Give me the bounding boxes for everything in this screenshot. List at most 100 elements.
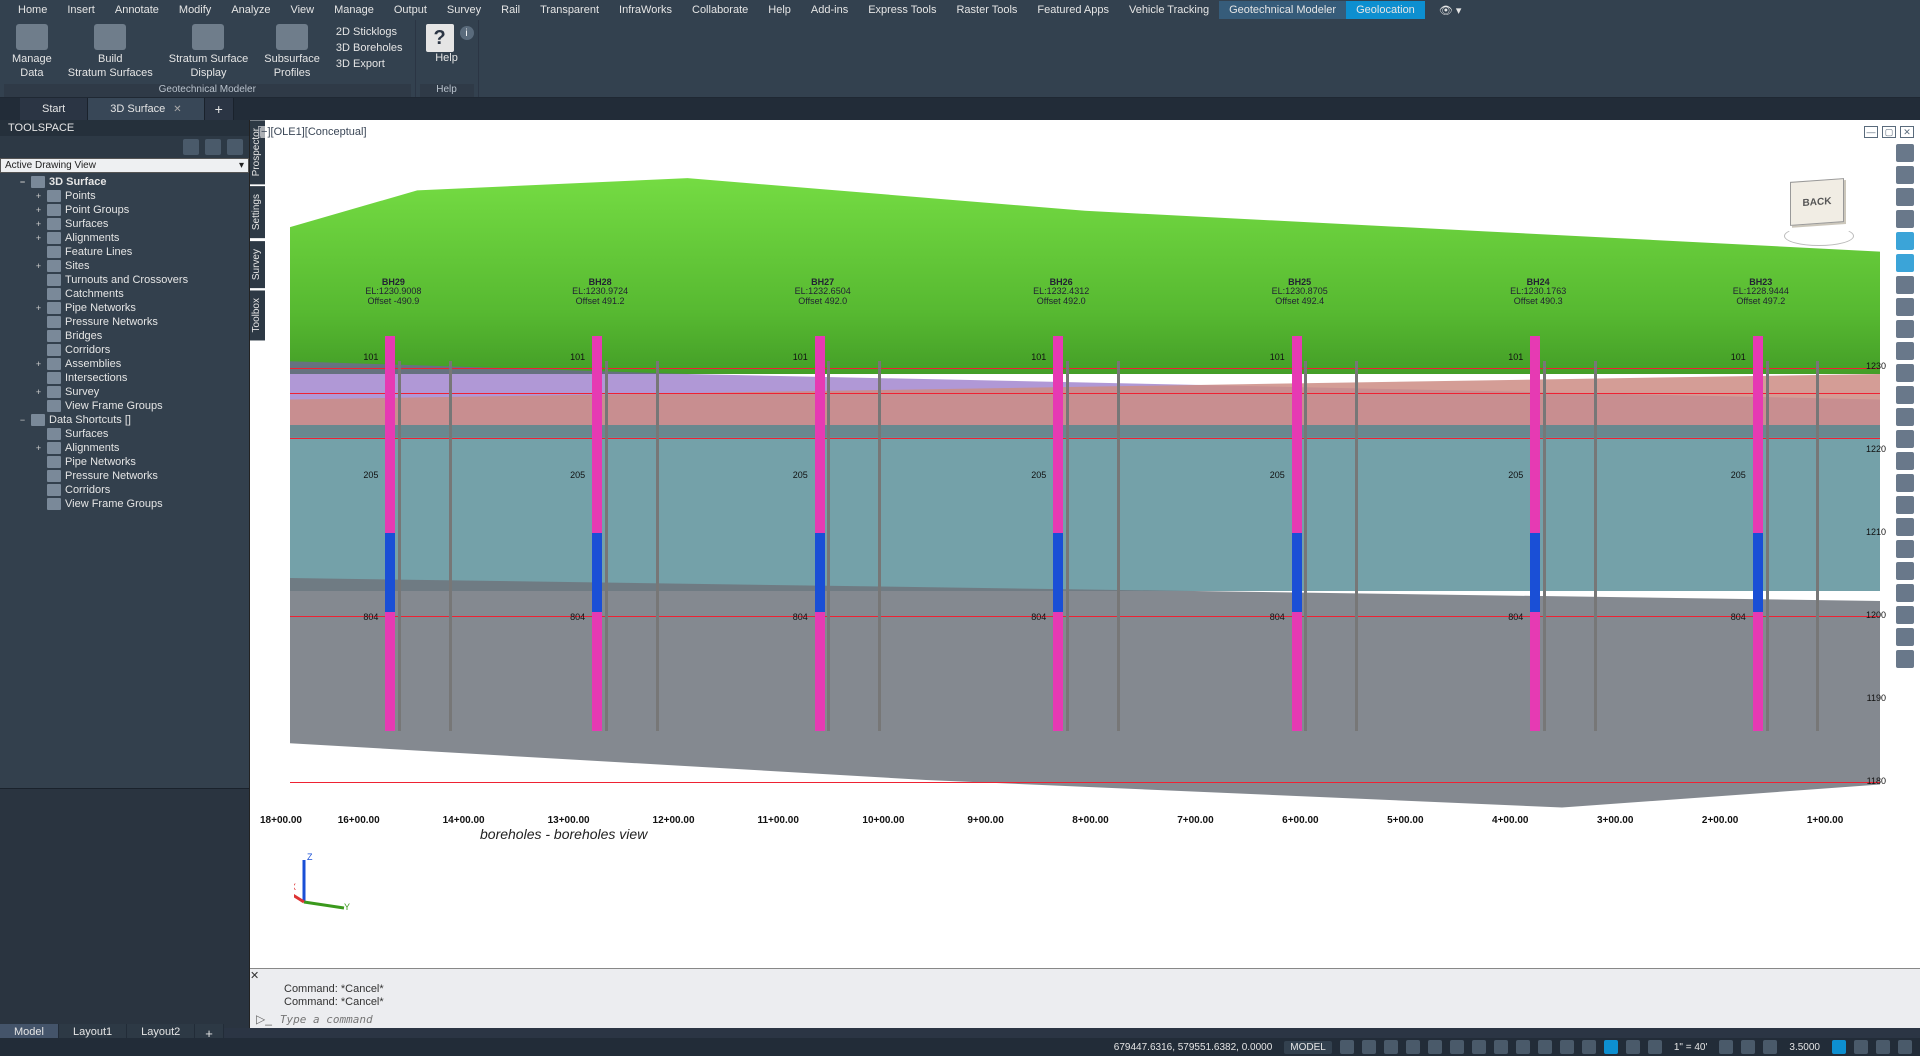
status-cycling-icon[interactable] (1604, 1040, 1618, 1054)
tree-expand-icon[interactable]: + (34, 359, 43, 369)
nav-pan-icon[interactable] (1896, 166, 1914, 184)
tree-item-pipe-networks[interactable]: Pipe Networks (0, 455, 249, 469)
nav-tool15-icon[interactable] (1896, 584, 1914, 602)
vtab-survey[interactable]: Survey (250, 241, 265, 288)
status-customize-icon[interactable] (1898, 1040, 1912, 1054)
status-scale[interactable]: 3.5000 (1785, 1042, 1824, 1053)
menu-annotate[interactable]: Annotate (105, 1, 169, 19)
tree-expand-icon[interactable]: + (34, 233, 43, 243)
nav-tool16-icon[interactable] (1896, 606, 1914, 624)
viewport-minimize-icon[interactable]: — (1864, 126, 1878, 138)
ribbon-build-stratum[interactable]: BuildStratum Surfaces (60, 20, 161, 79)
menu-manage[interactable]: Manage (324, 1, 384, 19)
command-close-icon[interactable]: ✕ (250, 970, 259, 982)
doctab-new[interactable]: + (205, 98, 234, 120)
menu-vehicle-tracking[interactable]: Vehicle Tracking (1119, 1, 1219, 19)
menu-view[interactable]: View (280, 1, 324, 19)
status-ortho-icon[interactable] (1406, 1040, 1420, 1054)
borehole-bh26[interactable]: BH26EL:1232.4312Offset 492.0101205804 (1053, 336, 1063, 731)
status-otrack-icon[interactable] (1494, 1040, 1508, 1054)
nav-tool-icon[interactable] (1896, 276, 1914, 294)
status-osnap-icon[interactable] (1450, 1040, 1464, 1054)
menu-visibility-toggle[interactable]: 👁 ▾ (1429, 1, 1472, 20)
nav-orbit-icon[interactable] (1896, 210, 1914, 228)
menu-survey[interactable]: Survey (437, 1, 491, 19)
doctab-start[interactable]: Start (20, 98, 88, 120)
menu-rail[interactable]: Rail (491, 1, 530, 19)
nav-tool3-icon[interactable] (1896, 320, 1914, 338)
menu-analyze[interactable]: Analyze (221, 1, 280, 19)
nav-tool5-icon[interactable] (1896, 364, 1914, 382)
viewport-maximize-icon[interactable]: ▢ (1882, 126, 1896, 138)
nav-tool10-icon[interactable] (1896, 474, 1914, 492)
status-anno-icon[interactable] (1626, 1040, 1640, 1054)
viewport-canvas[interactable]: [−][OLE1][Conceptual] — ▢ ✕ BACK (250, 120, 1920, 968)
tree-item-assemblies[interactable]: +Assemblies (0, 357, 249, 371)
nav-tool9-icon[interactable] (1896, 452, 1914, 470)
tree-expand-icon[interactable]: + (34, 303, 43, 313)
tree-item-corridors[interactable]: Corridors (0, 483, 249, 497)
menu-raster-tools[interactable]: Raster Tools (946, 1, 1027, 19)
tree-expand-icon[interactable]: + (34, 387, 43, 397)
tree-item-survey[interactable]: +Survey (0, 385, 249, 399)
tree-item-3d-surface[interactable]: −3D Surface (0, 175, 249, 189)
nav-tool11-icon[interactable] (1896, 496, 1914, 514)
tree-item-points[interactable]: +Points (0, 189, 249, 203)
nav-tool17-icon[interactable] (1896, 628, 1914, 646)
nav-tool13-icon[interactable] (1896, 540, 1914, 558)
command-input[interactable] (280, 1013, 1914, 1026)
viewport-close-icon[interactable]: ✕ (1900, 126, 1914, 138)
nav-tool18-icon[interactable] (1896, 650, 1914, 668)
viewcube-compass[interactable] (1784, 226, 1854, 246)
ts-toolbar-icon-1[interactable] (183, 139, 199, 155)
borehole-bh27[interactable]: BH27EL:1232.6504Offset 492.0101205804 (815, 336, 825, 731)
viewcube[interactable]: BACK (1790, 180, 1860, 236)
menu-output[interactable]: Output (384, 1, 437, 19)
ribbon-3d-export[interactable]: 3D Export (328, 56, 411, 72)
status-bearing[interactable]: 1" = 40' (1670, 1042, 1712, 1053)
ts-toolbar-help-icon[interactable] (227, 139, 243, 155)
tree-expand-icon[interactable]: − (18, 177, 27, 187)
doctab-3d-surface[interactable]: 3D Surface✕ (88, 98, 204, 120)
borehole-bh24[interactable]: BH24EL:1230.1763Offset 490.3101205804 (1530, 336, 1540, 731)
nav-steering-icon[interactable] (1896, 232, 1914, 250)
nav-tool12-icon[interactable] (1896, 518, 1914, 536)
viewport-label[interactable]: [−][OLE1][Conceptual] (258, 126, 367, 138)
status-polar-icon[interactable] (1428, 1040, 1442, 1054)
menu-express-tools[interactable]: Express Tools (858, 1, 946, 19)
tree-item-catchments[interactable]: Catchments (0, 287, 249, 301)
ribbon-2d-sticklogs[interactable]: 2D Sticklogs (328, 24, 411, 40)
ribbon-manage-data[interactable]: ManageData (4, 20, 60, 79)
borehole-bh28[interactable]: BH28EL:1230.9724Offset 491.2101205804 (592, 336, 602, 731)
status-gear-icon[interactable] (1719, 1040, 1733, 1054)
status-iso-icon[interactable] (1832, 1040, 1846, 1054)
menu-modify[interactable]: Modify (169, 1, 221, 19)
tree-item-alignments[interactable]: +Alignments (0, 231, 249, 245)
menu-addins[interactable]: Add-ins (801, 1, 858, 19)
nav-full-icon[interactable] (1896, 144, 1914, 162)
tree-expand-icon[interactable]: + (34, 205, 43, 215)
nav-tool8-icon[interactable] (1896, 430, 1914, 448)
viewcube-face[interactable]: BACK (1790, 178, 1844, 226)
menu-geolocation[interactable]: Geolocation (1346, 1, 1425, 19)
nav-tool6-icon[interactable] (1896, 386, 1914, 404)
status-model[interactable]: MODEL (1284, 1041, 1332, 1054)
vtab-settings[interactable]: Settings (250, 186, 265, 238)
borehole-bh25[interactable]: BH25EL:1230.8705Offset 492.4101205804 (1292, 336, 1302, 731)
status-trans-icon[interactable] (1582, 1040, 1596, 1054)
menu-collaborate[interactable]: Collaborate (682, 1, 758, 19)
vtab-toolbox[interactable]: Toolbox (250, 290, 265, 340)
menu-geotechnical-modeler[interactable]: Geotechnical Modeler (1219, 1, 1346, 19)
tree-expand-icon[interactable]: + (34, 191, 43, 201)
tree-item-view-frame-groups[interactable]: View Frame Groups (0, 497, 249, 511)
tree-expand-icon[interactable]: − (18, 415, 27, 425)
status-infer-icon[interactable] (1384, 1040, 1398, 1054)
tree-item-corridors[interactable]: Corridors (0, 343, 249, 357)
menu-insert[interactable]: Insert (57, 1, 105, 19)
menu-transparent[interactable]: Transparent (530, 1, 609, 19)
status-clean-icon[interactable] (1876, 1040, 1890, 1054)
tree-item-turnouts-and-crossovers[interactable]: Turnouts and Crossovers (0, 273, 249, 287)
ribbon-subsurface-profiles[interactable]: SubsurfaceProfiles (256, 20, 328, 79)
tree-item-surfaces[interactable]: +Surfaces (0, 217, 249, 231)
ribbon-3d-boreholes[interactable]: 3D Boreholes (328, 40, 411, 56)
